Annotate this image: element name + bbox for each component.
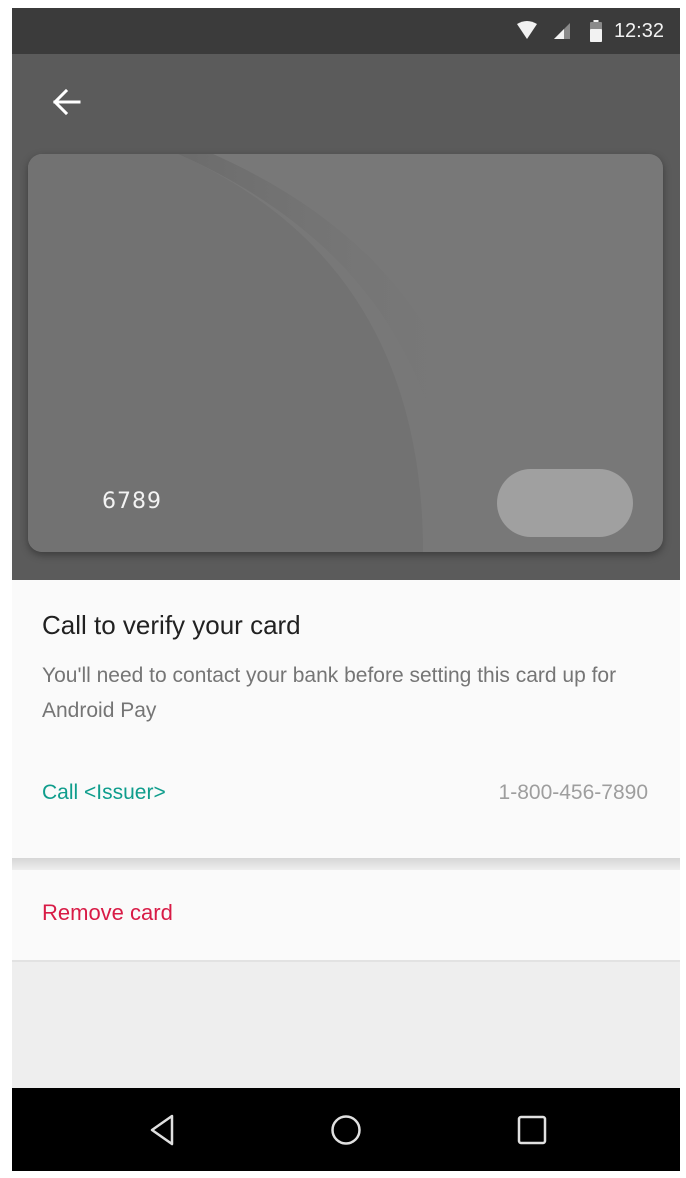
status-icons: 12:32	[516, 8, 664, 54]
verify-title: Call to verify your card	[42, 610, 301, 640]
call-issuer-button[interactable]: Call <Issuer>	[42, 781, 166, 805]
phone-screen: 12:32 6789 Call to verify your card You'…	[12, 8, 680, 1171]
status-time: 12:32	[613, 19, 664, 42]
nav-home-button[interactable]	[318, 1104, 374, 1160]
verify-panel: Call to verify your card You'll need to …	[12, 580, 680, 858]
battery-icon	[589, 20, 602, 42]
navigation-bar	[12, 1088, 680, 1171]
recents-square-icon	[517, 1115, 547, 1150]
nav-back-button[interactable]	[134, 1104, 190, 1160]
wifi-icon	[516, 21, 538, 41]
status-bar: 12:32	[12, 8, 680, 54]
back-triangle-icon	[149, 1114, 175, 1151]
section-divider	[12, 858, 680, 870]
nav-recents-button[interactable]	[504, 1104, 560, 1160]
payment-card[interactable]: 6789	[28, 154, 663, 552]
cellular-signal-icon	[552, 21, 572, 41]
arrow-left-icon	[51, 87, 81, 122]
back-button[interactable]	[38, 76, 94, 132]
home-circle-icon	[330, 1114, 362, 1151]
verify-description: You'll need to contact your bank before …	[42, 664, 617, 722]
remove-card-button[interactable]: Remove card	[42, 900, 173, 926]
card-last-digits: 6789	[102, 489, 162, 514]
remove-panel: Remove card	[12, 870, 680, 962]
card-hero: 6789	[12, 54, 680, 580]
issuer-logo	[497, 469, 633, 537]
issuer-phone-number: 1-800-456-7890	[498, 781, 648, 804]
